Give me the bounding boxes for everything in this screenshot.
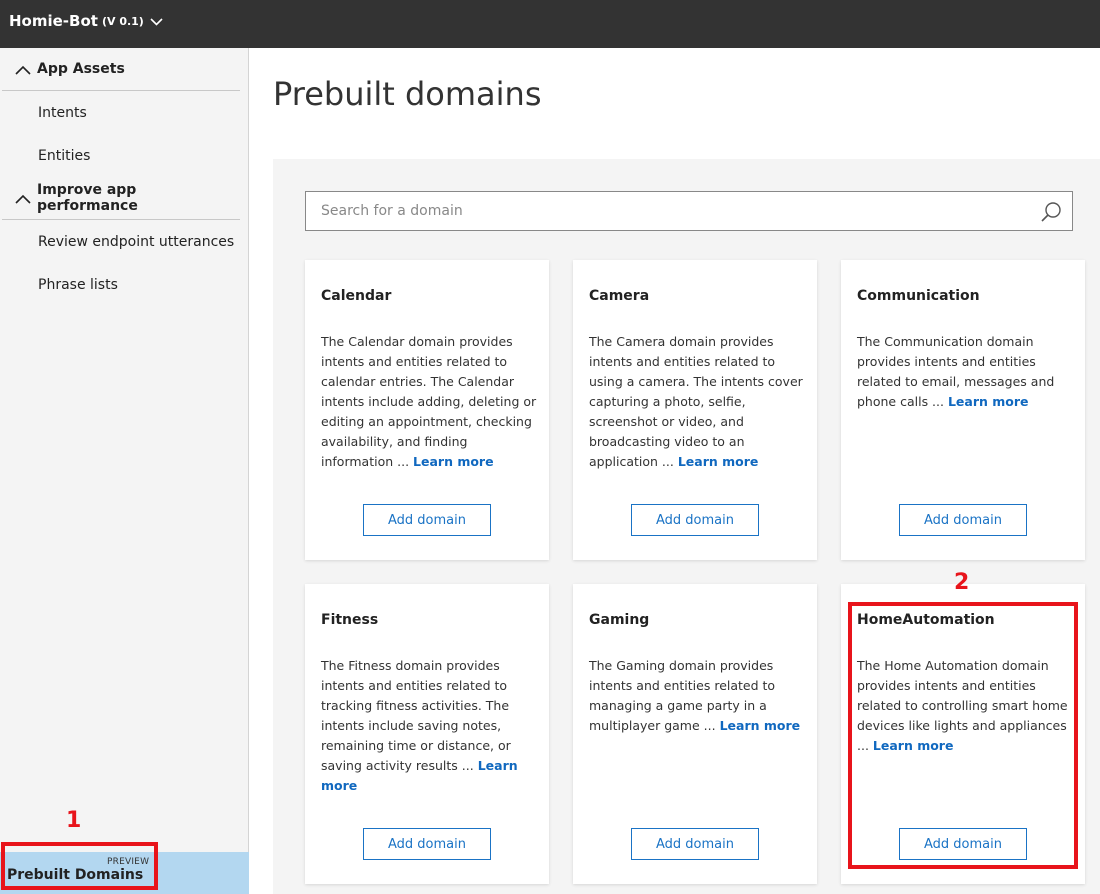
annotation-number-1: 1	[66, 808, 82, 833]
card-description: The Communication domain provides intent…	[857, 332, 1073, 412]
learn-more-link[interactable]: Learn more	[948, 394, 1029, 409]
domain-card-fitness: Fitness The Fitness domain provides inte…	[305, 584, 549, 884]
chevron-up-icon	[15, 189, 31, 208]
section-label: App Assets	[37, 61, 125, 77]
card-description-text: The Camera domain provides intents and e…	[589, 334, 803, 469]
app-version: (V 0.1)	[101, 14, 144, 28]
section-label: Improve app performance	[37, 182, 138, 214]
card-description-text: The Calendar domain provides intents and…	[321, 334, 537, 469]
add-domain-button[interactable]: Add domain	[631, 828, 759, 860]
sidebar-item-phrase-lists[interactable]: Phrase lists	[38, 277, 118, 293]
search-input[interactable]	[306, 192, 1026, 230]
card-title: Calendar	[321, 288, 392, 304]
domain-card-camera: Camera The Camera domain provides intent…	[573, 260, 817, 560]
card-description: The Gaming domain provides intents and e…	[589, 656, 805, 736]
card-title: Camera	[589, 288, 650, 304]
add-domain-button[interactable]: Add domain	[899, 504, 1027, 536]
card-description: The Calendar domain provides intents and…	[321, 332, 537, 472]
domain-card-communication: Communication The Communication domain p…	[841, 260, 1085, 560]
chevron-up-icon	[15, 60, 31, 79]
sidebar-item-entities[interactable]: Entities	[38, 148, 90, 164]
annotation-box-1	[1, 842, 158, 890]
search-box	[305, 191, 1073, 231]
search-icon[interactable]	[1040, 201, 1062, 227]
sidebar-item-intents[interactable]: Intents	[38, 105, 87, 121]
card-title: Gaming	[589, 612, 650, 628]
domain-card-calendar: Calendar The Calendar domain provides in…	[305, 260, 549, 560]
add-domain-button[interactable]: Add domain	[363, 504, 491, 536]
card-title: Communication	[857, 288, 980, 304]
page-title: Prebuilt domains	[273, 75, 542, 113]
chevron-down-icon	[150, 12, 163, 30]
add-domain-button[interactable]: Add domain	[631, 504, 759, 536]
learn-more-link[interactable]: Learn more	[678, 454, 759, 469]
add-domain-button[interactable]: Add domain	[363, 828, 491, 860]
learn-more-link[interactable]: Learn more	[413, 454, 494, 469]
learn-more-link[interactable]: Learn more	[720, 718, 801, 733]
sidebar: App Assets Intents Entities Improve app …	[0, 48, 249, 894]
section-app-assets[interactable]: App Assets	[2, 48, 240, 91]
app-selector[interactable]: Homie-Bot (V 0.1)	[9, 12, 163, 30]
card-description-text: The Fitness domain provides intents and …	[321, 658, 511, 773]
section-improve-performance[interactable]: Improve app performance	[2, 177, 240, 220]
card-description: The Camera domain provides intents and e…	[589, 332, 805, 472]
annotation-box-2	[848, 602, 1078, 869]
domain-card-gaming: Gaming The Gaming domain provides intent…	[573, 584, 817, 884]
annotation-number-2: 2	[954, 570, 970, 595]
card-title: Fitness	[321, 612, 379, 628]
card-description: The Fitness domain provides intents and …	[321, 656, 537, 796]
app-name: Homie-Bot	[9, 12, 98, 30]
top-bar: Homie-Bot (V 0.1)	[0, 0, 1100, 48]
sidebar-item-review-endpoint-utterances[interactable]: Review endpoint utterances	[38, 234, 234, 250]
